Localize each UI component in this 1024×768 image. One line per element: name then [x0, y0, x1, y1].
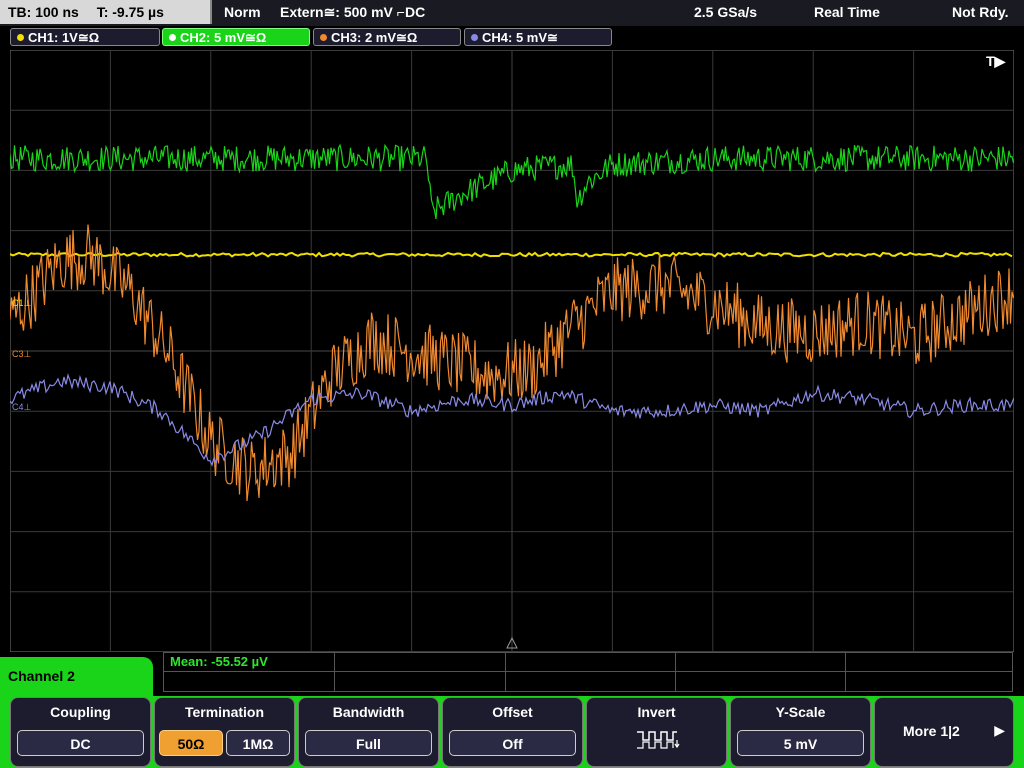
channel-2-label: CH2: 5 mV≅Ω [180, 30, 267, 45]
more-label: More 1|2 [903, 723, 960, 739]
channel-1-dot-icon [17, 34, 24, 42]
channel-1-ground-marker: C1⊥ [12, 298, 32, 308]
bandwidth-title: Bandwidth [332, 704, 405, 720]
measurement-cell-divider [334, 653, 335, 691]
channel-4-dot-icon [471, 34, 478, 42]
measurement-divider [164, 671, 1012, 672]
invert-softkey[interactable]: Invert [586, 697, 727, 767]
offset-value[interactable]: Off [449, 730, 576, 756]
offset-softkey[interactable]: Offset Off [442, 697, 583, 767]
channel-3-dot-icon [320, 34, 327, 42]
top-status-bar: TB: 100 ns T: -9.75 µs Norm Extern≅: 500… [0, 0, 1024, 26]
measurement-cell-divider [505, 653, 506, 691]
coupling-softkey[interactable]: Coupling DC [10, 697, 151, 767]
mean-measurement: Mean: -55.52 µV [170, 654, 268, 669]
channel-3-badge[interactable]: CH3: 2 mV≅Ω [313, 28, 461, 46]
measurement-bar: Mean: -55.52 µV [163, 652, 1013, 692]
timebase-box[interactable]: TB: 100 ns T: -9.75 µs [0, 0, 212, 24]
y-scale-title: Y-Scale [775, 704, 826, 720]
termination-title: Termination [184, 704, 265, 720]
y-scale-value[interactable]: 5 mV [737, 730, 864, 756]
sample-rate: 2.5 GSa/s [694, 4, 758, 20]
acquisition-mode: Real Time [814, 4, 880, 20]
termination-1-megohm-option[interactable]: 1MΩ [226, 730, 290, 756]
trigger-time-label: T: -9.75 µs [96, 4, 164, 20]
waveform-display[interactable]: T▶ C1⊥ C3⊥ C4⊥ [10, 50, 1014, 652]
y-scale-softkey[interactable]: Y-Scale 5 mV [730, 697, 871, 767]
channel-4-ground-marker: C4⊥ [12, 402, 32, 412]
acquisition-status: Not Rdy. [952, 4, 1009, 20]
next-page-arrow-icon: ▶ [994, 722, 1005, 738]
measurement-cell-divider [675, 653, 676, 691]
channel-1-badge[interactable]: CH1: 1V≅Ω [10, 28, 160, 46]
offset-title: Offset [492, 704, 533, 720]
measurement-cell-divider [845, 653, 846, 691]
termination-50-ohm-option[interactable]: 50Ω [159, 730, 223, 756]
coupling-value[interactable]: DC [17, 730, 144, 756]
bandwidth-value[interactable]: Full [305, 730, 432, 756]
channel-1-label: CH1: 1V≅Ω [28, 30, 100, 45]
timebase-label: TB: 100 ns [8, 4, 79, 20]
trigger-mode[interactable]: Norm [224, 0, 261, 24]
channel-4-label: CH4: 5 mV≅ [482, 30, 558, 45]
channel-3-label: CH3: 2 mV≅Ω [331, 30, 418, 45]
coupling-title: Coupling [50, 704, 111, 720]
more-softkey[interactable]: More 1|2 ▶ [874, 697, 1014, 767]
channel-2-badge[interactable]: CH2: 5 mV≅Ω [162, 28, 310, 46]
trigger-source[interactable]: Extern≅: 500 mV ⌐DC [280, 0, 425, 24]
channel-3-ground-marker: C3⊥ [12, 349, 32, 359]
trigger-position-marker: T▶ [986, 53, 1007, 69]
invert-title: Invert [637, 704, 676, 720]
bandwidth-softkey[interactable]: Bandwidth Full [298, 697, 439, 767]
channel-2-dot-icon [169, 34, 176, 42]
termination-softkey[interactable]: Termination 50Ω 1MΩ [154, 697, 295, 767]
invert-waveform-icon [637, 731, 680, 749]
channel-4-badge[interactable]: CH4: 5 mV≅ [464, 28, 612, 46]
channel-bar: CH1: 1V≅Ω CH2: 5 mV≅Ω CH3: 2 mV≅Ω CH4: 5… [0, 26, 1024, 48]
channel-menu-title: Channel 2 [8, 668, 75, 684]
